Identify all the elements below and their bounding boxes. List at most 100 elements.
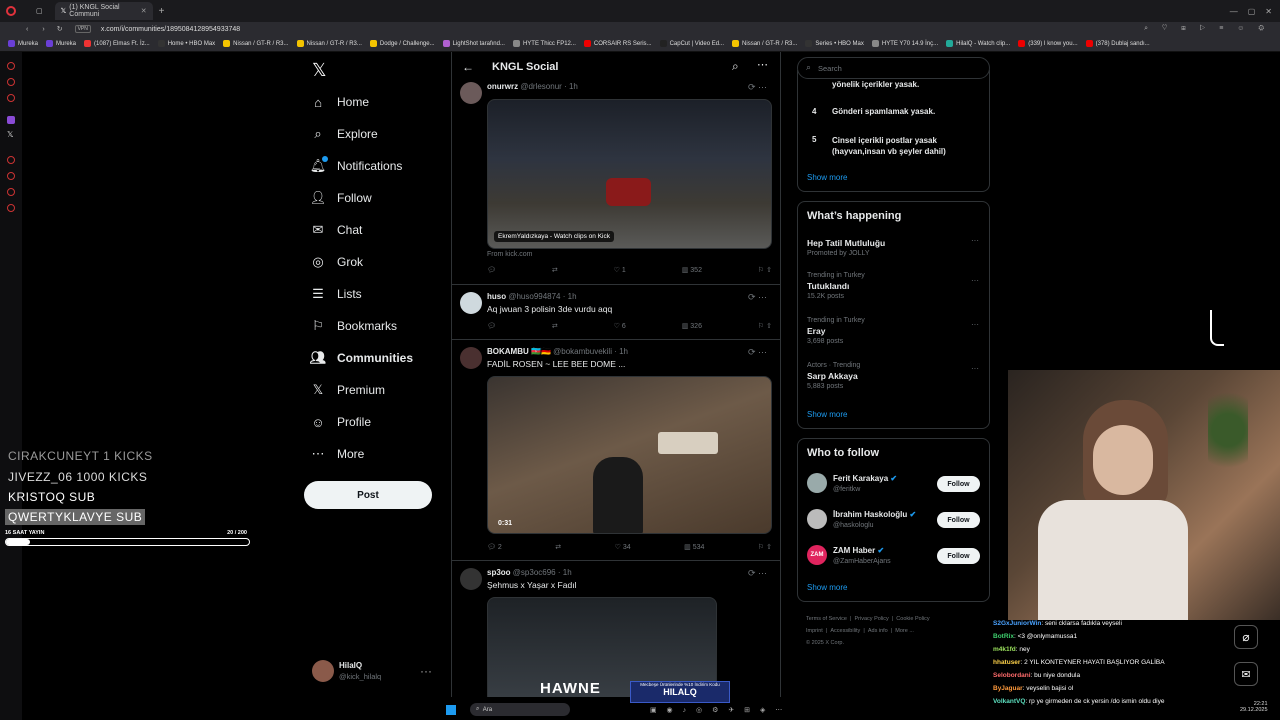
nav-home[interactable]: ⌂ Home — [311, 86, 451, 118]
link-source[interactable]: From kick.com — [487, 251, 533, 258]
account-switcher[interactable]: HilalQ @kick_hilalq ··· — [310, 658, 440, 686]
bookmark-share-icons[interactable]: ⚐ ⇧ — [758, 322, 772, 330]
nav-profile[interactable]: ☺ Profile — [311, 406, 451, 438]
bookmark-item[interactable]: Series • HBO Max — [805, 40, 864, 47]
retweet-icon[interactable]: ⇄ — [552, 322, 558, 330]
like-icon[interactable]: ♡ 1 — [614, 266, 626, 274]
bookmark-item[interactable]: LightShot tarafınd... — [442, 40, 505, 47]
nav-grok[interactable]: ◎ Grok — [311, 246, 451, 278]
minimize-icon[interactable]: — — [1230, 7, 1238, 16]
bookmark-item[interactable]: Nissan / GT-R / R3... — [732, 40, 797, 47]
tweet-author[interactable]: BOKAMBU 🇦🇿🇩🇪 — [487, 347, 551, 356]
bookmark-item[interactable]: (378) Dublaj sandı... — [1085, 40, 1150, 47]
avatar[interactable] — [460, 82, 482, 104]
sidebar-icon[interactable] — [7, 172, 15, 180]
footer-link[interactable]: Privacy Policy — [855, 616, 889, 622]
sidebar-icon[interactable] — [7, 94, 15, 102]
footer-link[interactable]: Ads info — [868, 628, 888, 634]
more-icon[interactable]: ⟳ ⋯ — [748, 568, 767, 579]
bookmark-item[interactable]: Nissan / GT-R / R3... — [296, 40, 362, 47]
bookmark-item[interactable]: HilalQ - Watch clip... — [946, 40, 1010, 47]
close-tab-icon[interactable]: ✕ — [141, 7, 147, 15]
show-more-link[interactable]: Show more — [807, 583, 847, 592]
show-more-link[interactable]: Show more — [807, 173, 847, 182]
forward-icon[interactable]: › — [42, 26, 44, 33]
more-icon[interactable]: ··· — [971, 320, 979, 329]
reply-icon[interactable]: 💬︎ — [487, 322, 496, 330]
sidebar-icon[interactable] — [7, 78, 15, 86]
trend-item[interactable]: Trending in Turkey Eray 3,698 posts — [807, 317, 865, 345]
follow-name[interactable]: İbrahim Haskoloğlu ✔ — [833, 510, 916, 519]
vpn-badge[interactable]: VPN — [74, 25, 91, 33]
footer-link[interactable]: More ... — [895, 628, 914, 634]
bookmark-item[interactable]: Home • HBO Max — [157, 40, 215, 47]
more-icon[interactable]: ··· — [971, 364, 979, 373]
footer-link[interactable]: Cookie Policy — [896, 616, 929, 622]
video-player[interactable]: 0:31 — [487, 376, 772, 534]
tweet[interactable]: BOKAMBU 🇦🇿🇩🇪 @bokambuvekili · 1h ⟳ ⋯ FAD… — [452, 341, 780, 561]
chat-username[interactable]: Selobordani — [993, 672, 1031, 679]
nav-lists[interactable]: ☰ Lists — [311, 278, 451, 310]
avatar[interactable] — [460, 347, 482, 369]
more-icon[interactable]: ⟳ ⋯ — [748, 82, 767, 93]
chat-username[interactable]: VolkantVQ — [993, 698, 1025, 705]
footer-link[interactable]: Accessibility — [830, 628, 860, 634]
views-icon[interactable]: ▥ 326 — [682, 322, 702, 330]
back-arrow-icon[interactable]: ← — [462, 60, 474, 74]
url-field[interactable]: x.com/i/communities/1895084128954933748 — [101, 26, 240, 33]
chat-username[interactable]: hhatuser — [993, 659, 1020, 666]
bookmark-share-icons[interactable]: ⚐ ⇧ — [758, 543, 772, 551]
nav-chat[interactable]: ✉ Chat — [311, 214, 451, 246]
more-icon[interactable]: ··· — [971, 236, 979, 245]
bookmark-item[interactable]: CORSAIR RS Seris... — [583, 40, 652, 47]
new-tab-button[interactable]: + — [159, 6, 165, 17]
opera-logo-icon[interactable] — [6, 6, 16, 16]
twitch-icon[interactable] — [7, 116, 15, 124]
nav-notifications[interactable]: 🔔︎ Notifications — [310, 150, 451, 182]
windows-start-icon[interactable] — [446, 704, 456, 715]
bookmark-item[interactable]: CapCut | Video Ed... — [659, 40, 724, 47]
retweet-icon[interactable]: ⇄ — [552, 266, 558, 274]
footer-link[interactable]: Imprint — [806, 628, 823, 634]
video-thumbnail[interactable]: EkremYaldızkaya - Watch clips on Kick — [487, 99, 772, 249]
bookmark-item[interactable]: (339) I know you... — [1018, 40, 1078, 47]
more-icon[interactable]: ⟳ ⋯ — [748, 347, 767, 358]
sidebar-icon[interactable] — [7, 156, 15, 164]
avatar[interactable] — [460, 568, 482, 590]
retweet-icon[interactable]: ⇄ — [555, 543, 561, 551]
reply-icon[interactable]: 💬︎ 2 — [487, 543, 502, 551]
tweet[interactable]: sp3oo @sp3oc696 · 1h ⟳ ⋯ Şehmus x Yaşar … — [452, 562, 780, 697]
follow-button[interactable]: Follow — [937, 512, 980, 528]
grok-icon[interactable]: ⌀ — [1234, 625, 1258, 649]
chat-username[interactable]: S2GxJuniorWin — [993, 620, 1041, 627]
bookmark-item[interactable]: HYTE Thicc FP12... — [512, 40, 576, 47]
trend-item[interactable]: Trending in Turkey Tutuklandı 15.2K posts — [807, 272, 865, 300]
taskbar-app-icons[interactable]: ▣ ◉ ♪ ◎ ⚙ ✈ ⊞ ◈ ⋯ — [650, 706, 786, 714]
maximize-icon[interactable]: ▢ — [1248, 7, 1256, 16]
more-icon[interactable]: ⟳ ⋯ — [748, 292, 767, 303]
tweet-author[interactable]: sp3oo — [487, 568, 511, 577]
follow-name[interactable]: Ferit Karakaya ✔ — [833, 474, 897, 483]
reply-icon[interactable]: 💬︎ — [487, 266, 496, 274]
like-icon[interactable]: ♡ 6 — [614, 322, 626, 330]
show-more-link[interactable]: Show more — [807, 410, 847, 419]
views-icon[interactable]: ▥ 352 — [682, 266, 702, 274]
nav-follow[interactable]: 👤︎ Follow — [310, 182, 451, 214]
reload-icon[interactable]: ↻ — [57, 25, 63, 33]
views-icon[interactable]: ▥ 534 — [684, 543, 704, 551]
avatar[interactable] — [807, 473, 827, 493]
nav-more[interactable]: ⋯ More — [311, 438, 451, 470]
taskbar-search[interactable]: ⌕ Ara — [470, 703, 570, 716]
chat-username[interactable]: ByJaguar — [993, 685, 1023, 692]
follow-name[interactable]: ZAM Haber ✔ — [833, 546, 884, 555]
like-icon[interactable]: ♡ 34 — [615, 543, 631, 551]
back-icon[interactable]: ‹ — [26, 26, 28, 33]
tab-active[interactable]: 𝕏 (1) KNGL Social Communi ✕ — [54, 2, 153, 20]
follow-button[interactable]: Follow — [937, 548, 980, 564]
chat-username[interactable]: BotRix — [993, 633, 1014, 640]
more-icon[interactable]: ⋯ — [757, 58, 768, 71]
chat-username[interactable]: m4k1fd — [993, 646, 1016, 653]
zam-logo-icon[interactable]: ZAM — [807, 545, 827, 565]
x-logo-icon[interactable]: 𝕏 — [312, 60, 327, 81]
bookmark-share-icons[interactable]: ⚐ ⇧ — [758, 266, 772, 274]
